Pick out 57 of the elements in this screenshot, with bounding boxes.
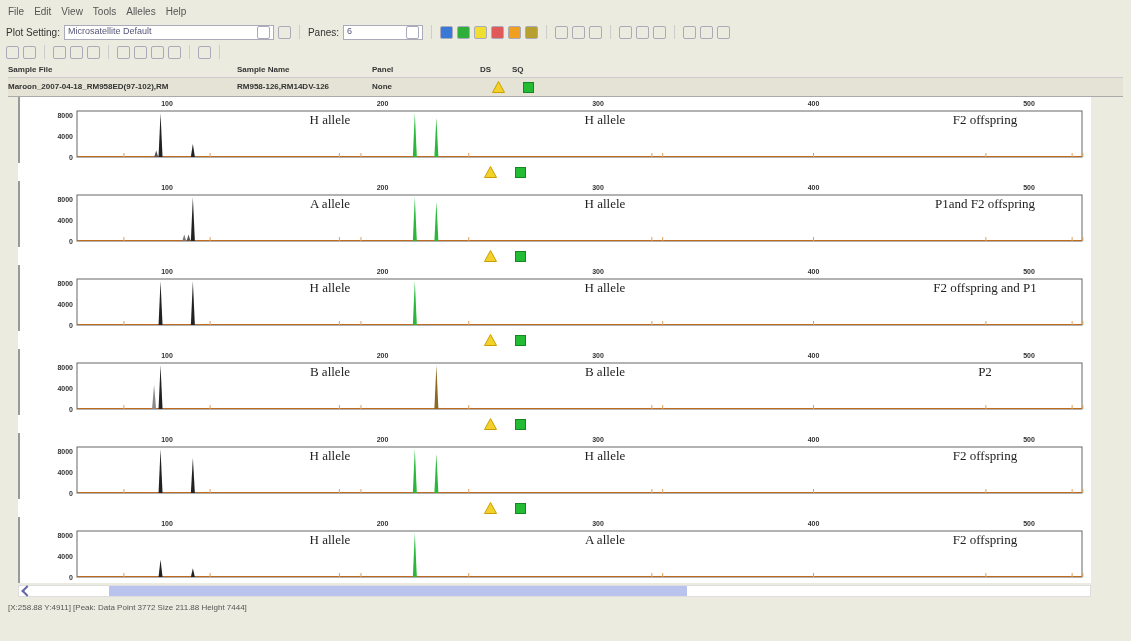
plot-setting-label: Plot Setting: — [6, 25, 60, 40]
dye-toggle-icon[interactable] — [457, 25, 471, 39]
warning-icon — [484, 334, 497, 346]
dye-toggle-icon[interactable] — [474, 25, 488, 39]
allele-annotation: H allele — [309, 532, 351, 547]
sample-file-cell-text: Maroon_2007-04-18_RM958ED(97-102),RM — [8, 81, 170, 93]
status-bar-text: [X:258.88 Y:4911] [Peak: Data Point 3772 Size 211.88 Height 7444] — [7, 602, 248, 614]
column-header[interactable]: SQ — [512, 63, 544, 76]
plot-setting-dropdown[interactable]: Microsatellite Default — [63, 24, 274, 40]
warning-icon — [484, 166, 497, 178]
warning-icon — [484, 418, 497, 430]
panes-dropdown[interactable]: 6 — [343, 24, 424, 40]
allele-annotation: H allele — [309, 112, 351, 127]
allele-annotation: H allele — [584, 280, 626, 295]
panes-label: Panes: — [307, 25, 340, 40]
dye-toggle-icon[interactable] — [491, 25, 505, 39]
menu-item[interactable]: Tools — [92, 3, 117, 19]
allele-annotation: A allele — [309, 196, 351, 211]
warning-icon — [484, 502, 497, 514]
menu-item[interactable]: Alleles — [126, 3, 156, 19]
quality-ok-icon — [515, 250, 526, 262]
menu-item[interactable]: Help — [165, 3, 187, 19]
column-header[interactable]: Sample File — [8, 63, 237, 76]
warning-icon — [492, 81, 505, 93]
warning-icon — [484, 250, 497, 262]
column-header[interactable]: Panel — [372, 63, 480, 76]
menu-item[interactable]: Edit — [34, 3, 52, 19]
quality-ok-icon — [515, 334, 526, 346]
menu-item[interactable]: File — [8, 3, 25, 19]
allele-annotation: H allele — [584, 112, 626, 127]
allele-annotation: B allele — [309, 364, 351, 379]
menu-item[interactable]: View — [61, 3, 83, 19]
allele-annotation: H allele — [584, 196, 626, 211]
horizontal-scrollbar[interactable] — [18, 585, 1091, 597]
panel-cell-text: None — [372, 81, 393, 93]
sample-name-cell-text: RM958-126,RM14DV-126 — [237, 81, 331, 93]
allele-annotation: F2 offspring and P1 — [933, 280, 1037, 295]
dye-toggle-icon[interactable] — [440, 25, 454, 39]
allele-annotation: F2 offspring — [952, 112, 1018, 127]
allele-annotation: H allele — [309, 448, 351, 463]
scrollbar-thumb[interactable] — [109, 586, 687, 596]
allele-annotation: A allele — [584, 532, 626, 547]
column-header[interactable]: DS — [480, 63, 512, 76]
allele-annotation: H allele — [584, 448, 626, 463]
allele-annotation: P1and F2 offspring — [934, 196, 1036, 211]
allele-annotation: B allele — [584, 364, 626, 379]
allele-annotation: F2 offspring — [952, 532, 1018, 547]
dye-toggle-icon[interactable] — [508, 25, 522, 39]
quality-ok-icon — [523, 81, 534, 93]
allele-annotation: F2 offspring — [952, 448, 1018, 463]
quality-ok-icon — [515, 502, 526, 514]
quality-ok-icon — [515, 418, 526, 430]
column-header[interactable]: Sample Name — [237, 63, 372, 76]
quality-ok-icon — [515, 166, 526, 178]
allele-annotation: P2 — [978, 364, 992, 379]
dye-toggle-icon[interactable] — [525, 25, 539, 39]
allele-annotation: H allele — [309, 280, 351, 295]
